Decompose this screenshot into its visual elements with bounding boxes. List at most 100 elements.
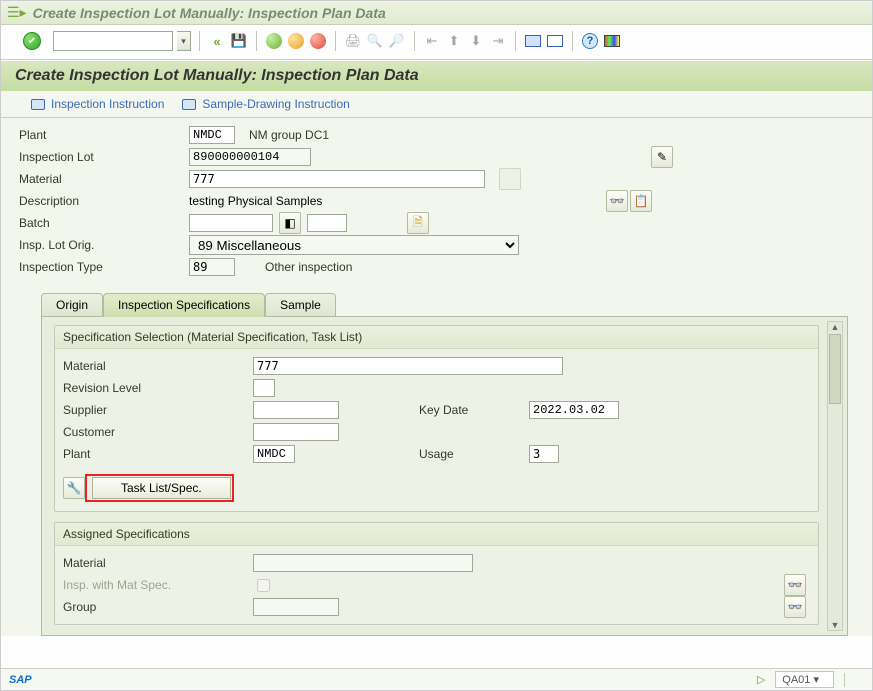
toolbar-separator [515,31,516,51]
app-menu-icon[interactable]: ☰▸ [7,4,27,21]
batch-label: Batch [19,216,189,230]
help-icon[interactable]: ? [581,32,599,50]
print-icon [182,99,196,110]
supplier-field[interactable] [253,401,339,419]
plant-label: Plant [19,128,189,142]
supplier-label: Supplier [63,403,253,417]
assigned-material-field [253,554,473,572]
insp-mat-spec-checkbox [257,579,270,592]
key-date-field[interactable] [529,401,619,419]
scroll-down-icon[interactable]: ▼ [831,620,840,630]
next-page-icon: ⬇ [467,32,485,50]
inspection-instruction-label: Inspection Instruction [51,97,164,111]
page-title: Create Inspection Lot Manually: Inspecti… [1,60,872,91]
assigned-spec-title: Assigned Specifications [55,523,818,546]
toolbar-separator [335,31,336,51]
print-icon: 🖨 [344,32,362,50]
material-field[interactable] [189,170,485,188]
prev-page-icon: ⬆ [445,32,463,50]
tab-inspection-specifications[interactable]: Inspection Specifications [103,293,265,317]
description-label: Description [19,194,189,208]
usage-field[interactable] [529,445,559,463]
print-icon [31,99,45,110]
material-label: Material [19,172,189,186]
group-label: Group [63,600,253,614]
tab-origin[interactable]: Origin [41,293,103,317]
group-field [253,598,339,616]
batch-extra-field[interactable] [307,214,347,232]
back-ball-icon[interactable] [265,32,283,50]
copy-object-button[interactable]: 📋 [630,190,652,212]
sample-drawing-label: Sample-Drawing Instruction [202,97,349,111]
inspection-instruction-link[interactable]: Inspection Instruction [31,97,164,111]
transaction-code: QA01 ▾ [775,671,834,688]
window-titlebar: ☰▸ Create Inspection Lot Manually: Inspe… [1,1,872,25]
spec-material-label: Material [63,359,253,373]
description-value: testing Physical Samples [189,194,322,208]
inspection-type-label: Inspection Type [19,260,189,274]
header-form: Plant NM group DC1 Inspection Lot ✎ Mate… [1,118,872,636]
assigned-display-button-2[interactable]: 👓 [784,596,806,618]
material-extra-button[interactable] [499,168,521,190]
batch-field[interactable] [189,214,273,232]
customer-field[interactable] [253,423,339,441]
scroll-up-icon[interactable]: ▲ [831,322,840,332]
find-icon: 🔍 [366,32,384,50]
spec-selection-group: Specification Selection (Material Specif… [54,325,819,512]
application-toolbar: Inspection Instruction Sample-Drawing In… [1,91,872,118]
assigned-spec-group: Assigned Specifications Material Insp. w… [54,522,819,625]
tab-sample-label: Sample [280,298,321,312]
task-list-highlight: Task List/Spec. [85,474,234,502]
toolbar-separator [199,31,200,51]
insp-lot-orig-label: Insp. Lot Orig. [19,238,189,252]
toolbar-separator [414,31,415,51]
batch-search-button[interactable]: ◧ [279,212,301,234]
spec-display-button[interactable]: 🔧 [63,477,85,499]
change-lot-button[interactable]: ✎ [651,146,673,168]
status-nav-icon[interactable]: ▷ [757,673,765,686]
find-next-icon: 🔎 [388,32,406,50]
assigned-display-button-1[interactable]: 👓 [784,574,806,596]
sap-logo: SAP [9,674,32,686]
exit-ball-icon[interactable] [287,32,305,50]
revision-level-field[interactable] [253,379,275,397]
create-batch-button[interactable]: 🗎 [407,212,429,234]
sample-drawing-instruction-link[interactable]: Sample-Drawing Instruction [182,97,349,111]
customize-icon[interactable] [603,32,621,50]
customer-label: Customer [63,425,253,439]
revision-level-label: Revision Level [63,381,253,395]
toolbar-separator [572,31,573,51]
enter-button[interactable] [23,32,41,50]
save-icon[interactable]: 💾 [230,32,248,50]
spec-plant-field[interactable] [253,445,295,463]
new-session-icon[interactable] [524,32,542,50]
insp-lot-orig-dropdown[interactable]: 89 Miscellaneous [189,235,519,255]
status-cell [844,673,864,687]
tab-origin-label: Origin [56,298,88,312]
spec-plant-label: Plant [63,447,253,461]
system-toolbar: ▾ « 💾 🖨 🔍 🔎 ⇤ ⬆ ⬇ ⇥ ? [1,25,872,60]
toolbar-separator [256,31,257,51]
command-dropdown[interactable]: ▾ [177,31,191,51]
task-list-spec-button[interactable]: Task List/Spec. [92,477,231,499]
tab-sample[interactable]: Sample [265,293,336,317]
tab-content: ▲ ▼ Specification Selection (Material Sp… [41,316,848,636]
display-object-button[interactable]: 👓 [606,190,628,212]
layout-icon[interactable] [546,32,564,50]
plant-field[interactable] [189,126,235,144]
command-field[interactable] [53,31,173,51]
tab-scrollbar[interactable]: ▲ ▼ [827,321,843,631]
cancel-ball-icon[interactable] [309,32,327,50]
inspection-type-desc: Other inspection [265,260,352,274]
insp-mat-spec-label: Insp. with Mat Spec. [63,578,253,592]
first-page-icon: ⇤ [423,32,441,50]
assigned-material-label: Material [63,556,253,570]
back-icon[interactable]: « [208,32,226,50]
spec-material-field[interactable] [253,357,563,375]
plant-description: NM group DC1 [249,128,329,142]
window-title: Create Inspection Lot Manually: Inspecti… [33,5,386,21]
usage-label: Usage [419,447,529,461]
scroll-thumb[interactable] [829,334,841,404]
status-bar: SAP ▷ QA01 ▾ [1,668,872,690]
task-list-spec-label: Task List/Spec. [121,481,202,495]
